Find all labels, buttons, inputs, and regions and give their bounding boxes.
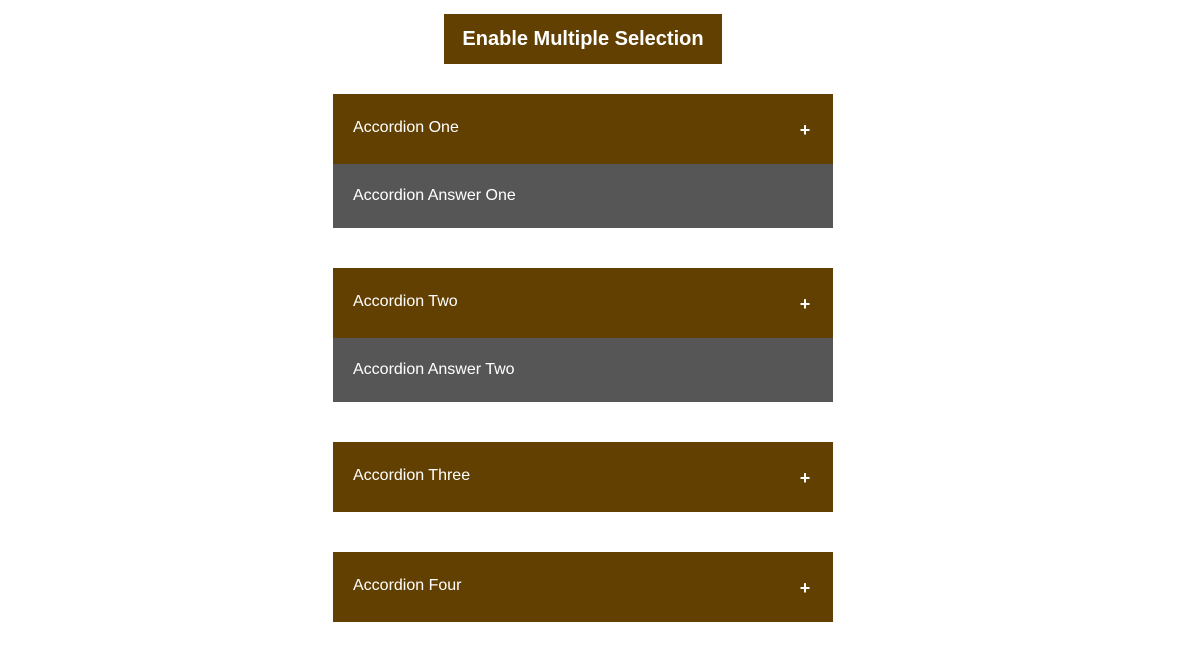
accordion-header-three[interactable]: Accordion Three + [333,442,833,512]
accordion-header-four[interactable]: Accordion Four + [333,552,833,622]
accordion-title: Accordion Four [353,577,462,594]
accordion-header-two[interactable]: Accordion Two + [333,268,833,338]
page: Enable Multiple Selection Accordion One … [0,0,1177,646]
accordion-answer-text: Accordion Answer One [353,186,516,204]
accordion-item-two: Accordion Two + Accordion Answer Two [333,268,833,402]
accordion: Accordion One + Accordion Answer One Acc… [333,94,833,646]
accordion-answer-two: Accordion Answer Two [333,338,833,402]
plus-icon: + [799,293,811,314]
accordion-title: Accordion Two [353,293,458,310]
plus-icon: + [799,119,811,140]
accordion-item-four: Accordion Four + [333,552,833,622]
enable-multiple-selection-button[interactable]: Enable Multiple Selection [444,14,722,64]
accordion-title: Accordion One [353,119,459,136]
plus-icon: + [799,467,811,488]
accordion-title: Accordion Three [353,467,471,484]
accordion-answer-one: Accordion Answer One [333,164,833,228]
accordion-answer-text: Accordion Answer Two [353,360,515,378]
plus-icon: + [799,577,811,598]
accordion-item-three: Accordion Three + [333,442,833,512]
accordion-item-one: Accordion One + Accordion Answer One [333,94,833,228]
accordion-header-one[interactable]: Accordion One + [333,94,833,164]
